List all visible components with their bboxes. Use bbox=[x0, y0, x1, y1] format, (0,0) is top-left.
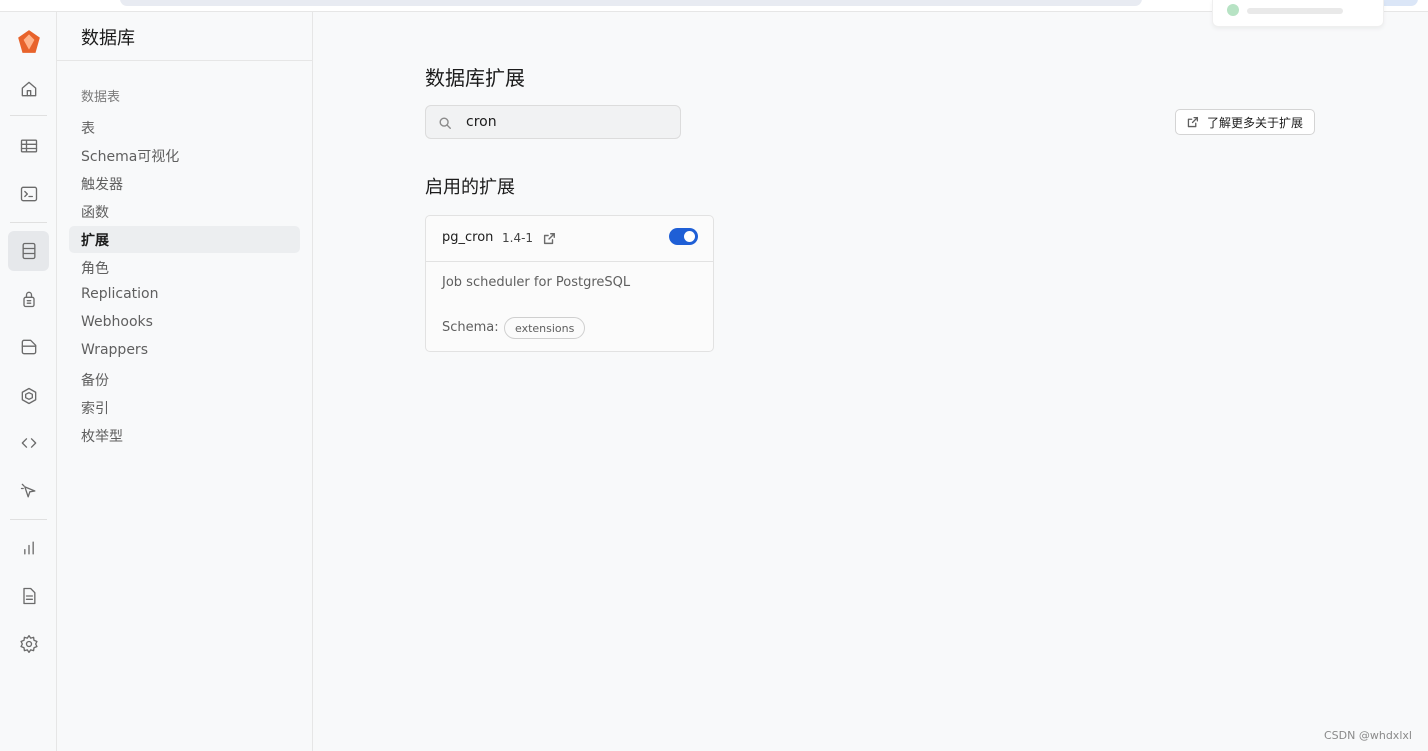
search-box[interactable] bbox=[425, 105, 681, 139]
storage-icon[interactable] bbox=[8, 327, 49, 367]
learn-more-label: 了解更多关于扩展 bbox=[1207, 115, 1304, 130]
sidebar-item-functions[interactable]: 函数 bbox=[69, 198, 300, 225]
advisor-icon[interactable] bbox=[8, 471, 49, 511]
sidebar-item-roles[interactable]: 角色 bbox=[69, 254, 300, 281]
search-input[interactable] bbox=[466, 112, 666, 132]
sidebar-item-tables[interactable]: 表 bbox=[69, 114, 300, 141]
settings-icon[interactable] bbox=[8, 624, 49, 664]
extension-description: Job scheduler for PostgreSQL bbox=[442, 275, 631, 290]
sidebar-title: 数据库 bbox=[57, 12, 312, 61]
extension-card: pg_cron 1.4-1 Job scheduler for PostgreS… bbox=[425, 215, 714, 352]
toggle-knob bbox=[684, 231, 695, 242]
watermark: CSDN @whdxlxl bbox=[1324, 729, 1412, 742]
table-editor-icon[interactable] bbox=[8, 126, 49, 166]
schema-badge: extensions bbox=[504, 317, 586, 339]
sidebar-item-enumerated-types[interactable]: 枚举型 bbox=[69, 422, 300, 449]
icon-rail bbox=[0, 12, 57, 751]
logs-icon[interactable] bbox=[8, 576, 49, 616]
page-title: 数据库扩展 bbox=[425, 66, 525, 90]
sql-editor-icon[interactable] bbox=[8, 174, 49, 214]
extension-version: 1.4-1 bbox=[502, 231, 534, 245]
api-icon[interactable] bbox=[8, 423, 49, 463]
reports-icon[interactable] bbox=[8, 528, 49, 568]
edge-functions-icon[interactable] bbox=[8, 376, 49, 416]
enabled-extensions-title: 启用的扩展 bbox=[425, 177, 515, 198]
database-sidebar: 数据库 数据表 表 Schema可视化 触发器 函数 扩展 角色 Replica… bbox=[57, 12, 313, 751]
sidebar-item-backups[interactable]: 备份 bbox=[69, 366, 300, 393]
sidebar-item-indexes[interactable]: 索引 bbox=[69, 394, 300, 421]
auth-icon[interactable] bbox=[8, 279, 49, 319]
sidebar-item-schema-visualizer[interactable]: Schema可视化 bbox=[69, 142, 300, 169]
main-content: 数据库扩展 了解更多关于扩展 启用的扩展 pg_cron 1.4-1 Job s… bbox=[313, 12, 1428, 751]
logo-icon[interactable] bbox=[8, 22, 49, 62]
sidebar-item-webhooks[interactable]: Webhooks bbox=[69, 310, 300, 337]
search-icon bbox=[438, 115, 452, 129]
sidebar-section-label: 数据表 bbox=[81, 90, 121, 105]
external-link-icon[interactable] bbox=[542, 231, 556, 245]
database-icon[interactable] bbox=[8, 231, 49, 271]
external-link-icon bbox=[1187, 116, 1199, 127]
extension-name: pg_cron bbox=[442, 230, 494, 245]
address-bar[interactable] bbox=[120, 0, 1142, 6]
sidebar-item-triggers[interactable]: 触发器 bbox=[69, 170, 300, 197]
sidebar-item-wrappers[interactable]: Wrappers bbox=[69, 338, 300, 365]
sidebar-item-extensions[interactable]: 扩展 bbox=[69, 226, 300, 253]
learn-more-button[interactable]: 了解更多关于扩展 bbox=[1175, 109, 1315, 135]
extension-enabled-toggle[interactable] bbox=[669, 228, 698, 245]
schema-label: Schema: bbox=[442, 320, 499, 335]
home-icon[interactable] bbox=[8, 69, 49, 109]
extension-card-header: pg_cron 1.4-1 bbox=[426, 216, 713, 262]
sidebar-item-replication[interactable]: Replication bbox=[69, 282, 300, 309]
